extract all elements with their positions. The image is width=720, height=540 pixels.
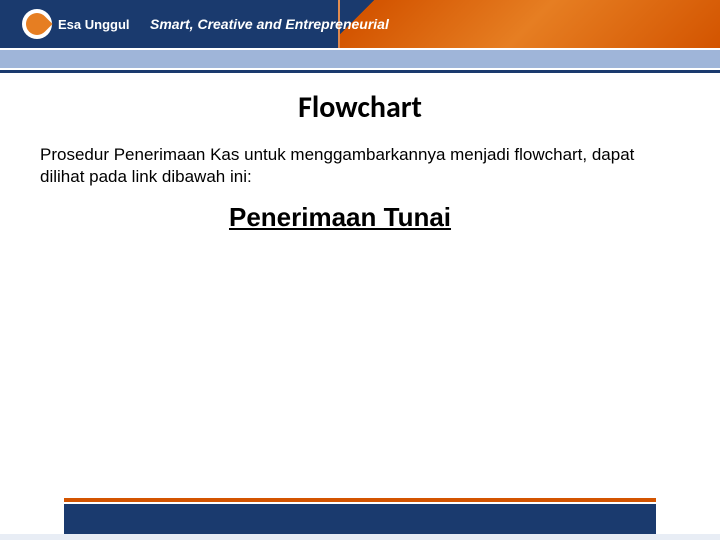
footer-edge	[0, 534, 720, 540]
footer-bar	[64, 504, 656, 534]
flowchart-link[interactable]: Penerimaan Tunai	[0, 202, 680, 233]
body-paragraph: Prosedur Penerimaan Kas untuk menggambar…	[40, 144, 680, 188]
slide-title: Flowchart	[40, 89, 680, 126]
logo-text: Esa Unggul	[58, 17, 130, 32]
brand-logo: Esa Unggul	[22, 9, 130, 39]
logo-icon	[22, 9, 52, 39]
tagline-text: Smart, Creative and Entrepreneurial	[150, 16, 389, 32]
header-divider	[0, 50, 720, 68]
slide-content: Flowchart Prosedur Penerimaan Kas untuk …	[0, 73, 720, 233]
footer-accent-line	[64, 498, 656, 502]
slide-footer	[0, 498, 720, 540]
slide-header: Esa Unggul Smart, Creative and Entrepren…	[0, 0, 720, 48]
